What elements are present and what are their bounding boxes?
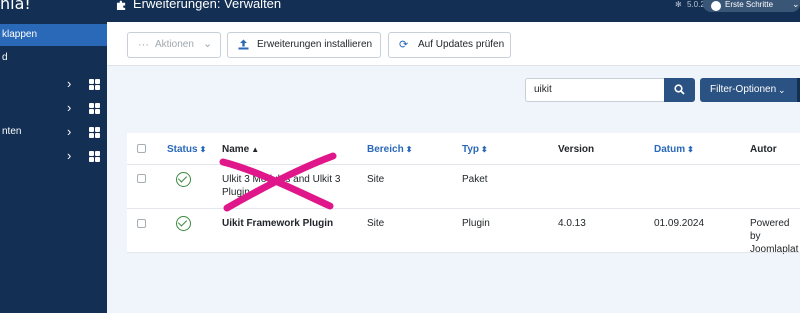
filter-options-label: Filter-Optionen <box>710 84 777 95</box>
help-icon[interactable] <box>711 1 721 11</box>
status-enabled-icon[interactable] <box>176 216 191 231</box>
chevron-right-icon[interactable]: › <box>67 98 71 118</box>
column-header-typ[interactable]: Typ ⬍ <box>462 143 488 156</box>
extension-name[interactable]: Ulkit 3 Modules and Ulkit 3 Plugin <box>222 173 362 199</box>
column-header-version: Version <box>558 144 595 155</box>
page-title: Erweiterungen: Verwalten <box>133 0 282 11</box>
search-input[interactable]: uikit <box>525 78 664 102</box>
logo: nla! <box>0 0 31 13</box>
status-enabled-icon[interactable] <box>176 172 191 187</box>
extension-typ: Paket <box>462 174 488 185</box>
dashboard-grid-icon[interactable] <box>89 127 100 138</box>
dashboard-grid-icon[interactable] <box>89 151 100 162</box>
extension-autor: Powered by Joomlaplat <box>750 218 799 255</box>
divider <box>127 252 800 253</box>
row-checkbox[interactable] <box>137 174 146 183</box>
row-checkbox[interactable] <box>137 219 146 228</box>
divider <box>127 208 800 209</box>
search-icon <box>674 84 685 95</box>
column-header-bereich[interactable]: Bereich ⬍ <box>367 143 412 156</box>
sort-ascending-icon: ▲ <box>251 145 260 154</box>
chevron-down-icon: ⌄ <box>203 38 213 50</box>
sidebar: nla! klappen d › › nten › › <box>0 0 107 313</box>
refresh-icon: ⟳ <box>399 39 409 51</box>
select-all-checkbox[interactable] <box>137 144 146 153</box>
column-header-name[interactable]: Name ▲ <box>222 143 259 156</box>
sort-icon: ⬍ <box>405 145 413 154</box>
extensions-table: Status ⬍ Name ▲ Bereich ⬍ Typ ⬍ Version Datu… <box>127 133 800 255</box>
install-extensions-button[interactable]: Erweiterungen installieren <box>227 32 381 58</box>
puzzle-icon <box>116 0 126 10</box>
dashboard-grid-icon[interactable] <box>89 103 100 114</box>
search-button[interactable] <box>664 78 695 102</box>
sidebar-item-content[interactable]: › <box>0 74 107 94</box>
joomla-icon: ✻ <box>675 0 682 9</box>
check-updates-button[interactable]: ⟳ Auf Updates prüfen <box>388 32 511 58</box>
extension-bereich: Site <box>367 174 385 185</box>
toolbar: ··· Aktionen ⌄ Erweiterungen installiere… <box>107 22 800 66</box>
column-header-status[interactable]: Status ⬍ <box>167 143 206 156</box>
column-header-datum[interactable]: Datum ⬍ <box>654 143 694 156</box>
divider <box>127 164 800 165</box>
page-header: Erweiterungen: Verwalten ✻ 5.0.2 Erste S… <box>107 0 800 22</box>
sidebar-item-users[interactable]: › <box>0 146 107 166</box>
sidebar-toggle-button[interactable]: klappen <box>0 24 107 46</box>
sort-icon: ⬍ <box>687 145 694 154</box>
chevron-right-icon[interactable]: › <box>67 146 71 166</box>
sidebar-item-label: nten <box>2 126 22 137</box>
upload-icon <box>238 39 249 50</box>
sidebar-item-components[interactable]: nten › <box>0 122 107 142</box>
chevron-right-icon[interactable]: › <box>67 74 71 94</box>
sidebar-item-dashboard[interactable]: d <box>0 48 107 68</box>
chevron-down-icon: ⌄ <box>778 85 786 95</box>
sidebar-item-menus[interactable]: › <box>0 98 107 118</box>
extension-bereich: Site <box>367 218 385 229</box>
extension-typ: Plugin <box>462 218 490 229</box>
extension-datum: 01.09.2024 <box>654 218 705 229</box>
chevron-right-icon[interactable]: › <box>67 122 71 142</box>
column-header-autor: Autor <box>750 144 777 155</box>
sidebar-item-label: d <box>2 52 8 63</box>
ellipsis-icon: ··· <box>138 39 149 51</box>
extension-version: 4.0.13 <box>558 218 586 229</box>
filter-options-button[interactable]: Filter-Optionen ⌄ <box>700 78 797 102</box>
dashboard-grid-icon[interactable] <box>89 79 100 90</box>
extension-name[interactable]: Uikit Framework Plugin <box>222 217 333 230</box>
sort-icon: ⬍ <box>199 145 207 154</box>
sort-icon: ⬍ <box>481 145 488 154</box>
help-label[interactable]: Erste Schritte <box>725 0 773 9</box>
chevron-down-icon[interactable]: ⌄ <box>792 0 800 10</box>
actions-dropdown[interactable]: ··· Aktionen ⌄ <box>127 32 221 58</box>
